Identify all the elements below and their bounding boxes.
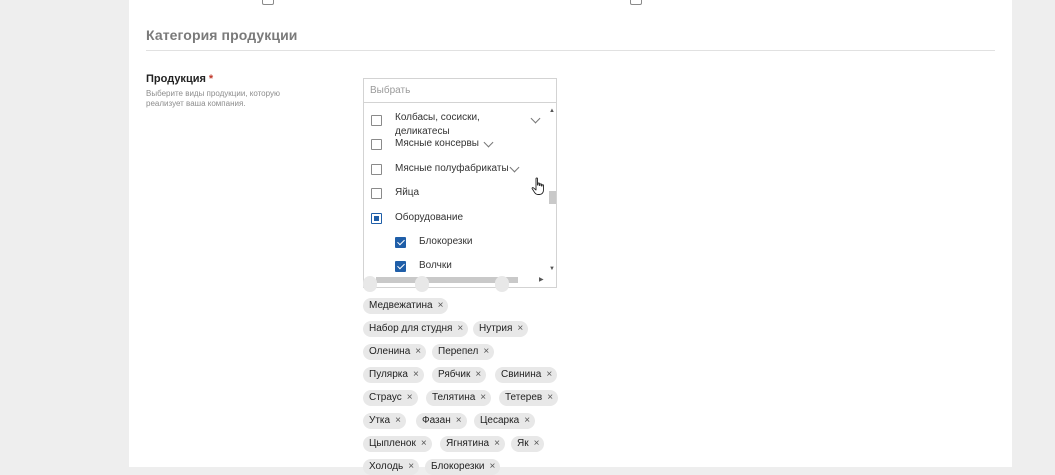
selected-chip: Цыпленок × [363,436,432,452]
checkbox[interactable] [262,0,274,5]
scroll-right-icon[interactable]: ▶ [539,276,544,283]
remove-chip-icon[interactable]: × [438,300,444,311]
chip-label: Як [517,438,529,449]
selected-chip: Фазан × [416,413,467,429]
chip-label: Нутрия [479,323,513,334]
chip-label: Телятина [432,392,476,403]
selected-chip: Тетерев × [499,390,559,406]
remove-chip-icon[interactable]: × [494,438,500,449]
chip-label: Медвежатина [369,300,433,311]
chip-label: Набор для студня [369,323,453,334]
selected-chip: Оленина × [363,344,427,360]
option-label-line: Колбасы, сосиски, [395,112,480,123]
section-divider [146,50,995,51]
chip-label: Цыпленок [369,438,416,449]
remove-chip-icon[interactable]: × [395,415,401,426]
required-mark: * [208,73,214,85]
option-label: Мясные консервы [395,138,479,149]
selected-chip: Як × [511,436,545,452]
selected-chip: Перепел × [432,344,495,360]
scroll-down-icon[interactable]: ▼ [549,266,555,272]
remove-chip-icon[interactable]: × [546,369,552,380]
chip-label: Перепел [438,346,479,357]
option-checkbox-checked[interactable] [395,261,406,272]
chip-label: Ягнятина [446,438,490,449]
selected-chip: Утка × [363,413,406,429]
vertical-scrollbar[interactable]: ▲ ▼ [548,106,556,274]
remove-chip-icon[interactable]: × [547,392,553,403]
field-label-text: Продукция [146,73,206,85]
remove-chip-icon[interactable]: × [480,392,486,403]
remove-chip-icon[interactable]: × [483,346,489,357]
remove-chip-icon[interactable]: × [415,346,421,357]
scrollbar-thumb[interactable] [549,191,556,204]
horizontal-scrollbar[interactable]: ◀ ▶ [364,275,548,285]
selected-chip: Ягнятина × [440,436,505,452]
field-label: Продукция * [146,73,213,85]
option-label: Колбасы, сосиски, деликатесы [395,111,480,139]
product-select[interactable] [363,78,557,103]
remove-chip-icon[interactable]: × [421,438,427,449]
selected-chip: Пулярка × [363,367,424,383]
selected-chip: Медвежатина × [363,298,449,314]
selected-chip: Цесарка × [474,413,536,429]
field-help-line: реализует ваша компания. [146,99,246,108]
product-search-input[interactable] [364,79,556,102]
selected-chip [495,276,509,292]
option-label: Волчки [419,260,452,271]
remove-chip-icon[interactable]: × [457,323,463,334]
option-label: Оборудование [395,212,464,223]
selected-chip: Страус × [363,390,418,406]
checkbox[interactable] [630,0,642,5]
remove-chip-icon[interactable]: × [407,392,413,403]
chip-label: Фазан [422,415,451,426]
product-dropdown[interactable]: Колбасы, сосиски, деликатесы Мясные конс… [363,103,557,288]
field-help-line: Выберите виды продукции, которую [146,89,280,98]
hand-cursor-icon [531,177,544,195]
selected-chip: Нутрия × [473,321,529,337]
chip-label: Свинина [501,369,542,380]
remove-chip-icon[interactable]: × [517,323,523,334]
option-checkbox[interactable] [371,164,382,175]
chip-label: Тетерев [505,392,543,403]
scroll-up-icon[interactable]: ▲ [549,108,555,114]
chevron-down-icon[interactable] [530,113,541,124]
selected-chip: Рябчик × [432,367,487,383]
option-label: Блокорезки [419,236,473,247]
option-checkbox[interactable] [371,115,382,126]
selected-chip: Блокорезки × [425,459,501,475]
option-label: Яйца [395,187,420,198]
remove-chip-icon[interactable]: × [413,369,419,380]
chevron-down-icon[interactable] [483,137,494,148]
chip-label: Утка [369,415,391,426]
remove-chip-icon[interactable]: × [475,369,481,380]
remove-chip-icon[interactable]: × [534,438,540,449]
selected-chip: Набор для студня × [363,321,469,337]
selected-chip [363,276,377,292]
option-label: Мясные полуфабрикаты [395,163,509,174]
field-help: Выберите виды продукции, которую реализу… [146,89,296,109]
option-checkbox[interactable] [371,139,382,150]
option-checkbox-checked[interactable] [395,237,406,248]
option-checkbox[interactable] [371,188,382,199]
section-title: Категория продукции [146,27,298,43]
selected-chip: Свинина × [495,367,558,383]
chip-label: Страус [369,392,402,403]
selected-chip [415,276,429,292]
form-card: Категория продукции Продукция * Выберите … [129,0,1012,475]
chevron-down-icon[interactable] [509,162,520,173]
chip-label: Цесарка [480,415,520,426]
selected-chip: Телятина × [426,390,492,406]
chip-label: Рябчик [438,369,471,380]
remove-chip-icon[interactable]: × [456,415,462,426]
chip-label: Оленина [369,346,411,357]
option-checkbox-partial[interactable] [371,213,382,224]
chip-label: Пулярка [369,369,408,380]
remove-chip-icon[interactable]: × [524,415,530,426]
selected-chip: Холодь × [363,459,420,475]
